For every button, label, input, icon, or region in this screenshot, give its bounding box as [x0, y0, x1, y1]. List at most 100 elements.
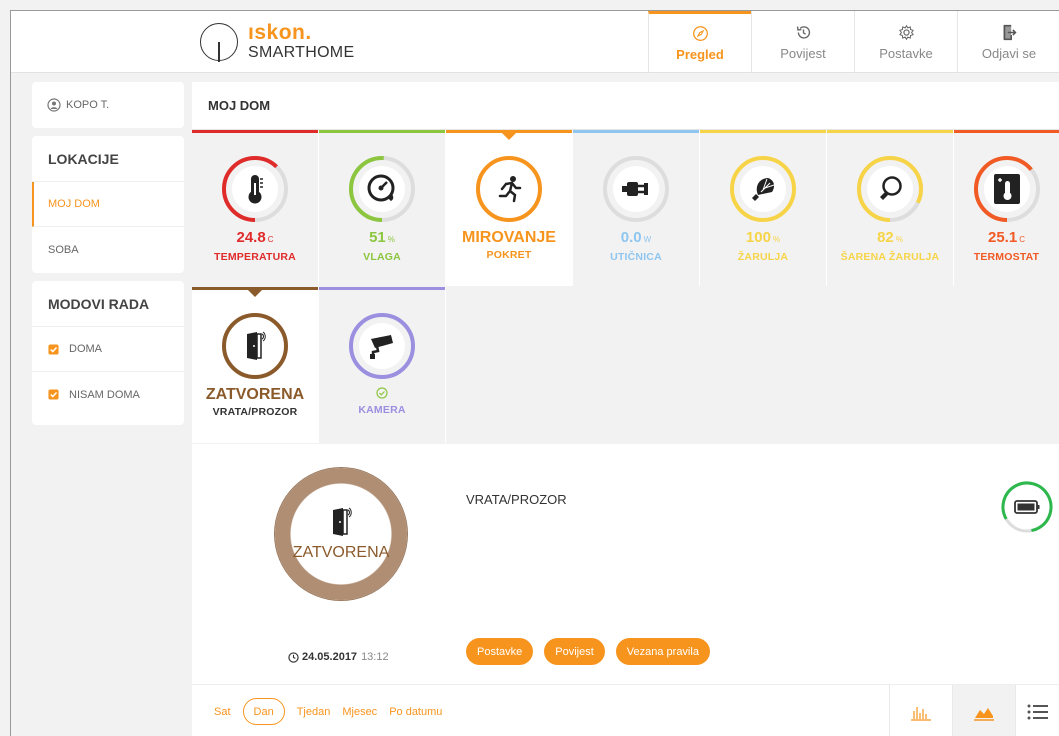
linked-rules-button[interactable]: Vezana pravila [615, 638, 710, 665]
nav-postavke[interactable]: Postavke [854, 11, 957, 73]
tile-vrata-prozor[interactable]: ZATVORENA VRATA/PROZOR [192, 287, 319, 443]
bar-view-button[interactable] [889, 685, 952, 736]
tile-value: ZATVORENA [205, 386, 305, 403]
location-item-moj-dom[interactable]: MOJ DOM [32, 182, 184, 227]
plug-icon [622, 182, 648, 196]
clock-icon [288, 651, 299, 663]
tile-label: VLAGA [363, 251, 401, 263]
user-card[interactable]: KOPO T. [32, 82, 184, 128]
range-sat[interactable]: Sat [214, 698, 231, 725]
tile-vlaga[interactable]: 51% VLAGA [319, 130, 446, 286]
humidity-gauge-icon [367, 174, 395, 202]
checkbox-checked-icon[interactable] [48, 389, 59, 400]
range-selector: Sat Dan Tjedan Mjesec Po datumu [214, 698, 454, 725]
tile-unit: % [895, 235, 903, 244]
logo-mark [200, 22, 238, 62]
range-dan[interactable]: Dan [242, 698, 285, 725]
location-item-soba[interactable]: SOBA [32, 227, 184, 272]
device-state-circle: ZATVORENA [275, 468, 407, 600]
thermometer-icon [248, 175, 263, 204]
logo-product: SMARTHOME [248, 44, 355, 61]
history-button[interactable]: Povijest [544, 638, 605, 665]
tile-sarena-zarulja[interactable]: 82% ŠARENA ŽARULJA [827, 130, 954, 286]
tile-label: ŽARULJA [737, 251, 789, 263]
mode-item-nisam-doma[interactable]: NISAM DOMA [32, 372, 184, 417]
tile-value: 0.0 [620, 229, 642, 246]
battery-icon [1001, 481, 1053, 533]
nav-label: Odjavi se [981, 45, 1037, 61]
locations-card: LOKACIJE MOJ DOM SOBA [32, 136, 184, 273]
checkbox-checked-icon[interactable] [48, 343, 59, 355]
main-nav: Pregled Povijest Postavke Odjavi se [648, 11, 1059, 73]
logo-brand: ıskon. [248, 21, 312, 44]
device-tiles: 24.8 C TEMPERATURA 51% VLAGA MIROVANJE P… [192, 130, 1059, 444]
gear-icon [898, 24, 914, 40]
iskon-logo[interactable]: ıskon. SMARTHOME [200, 21, 355, 62]
mode-label: NISAM DOMA [69, 388, 140, 401]
nav-pregled[interactable]: Pregled [648, 11, 751, 73]
tile-zarulja[interactable]: 100% ŽARULJA [700, 130, 827, 286]
range-mjesec[interactable]: Mjesec [342, 698, 377, 725]
area-view-button[interactable] [952, 685, 1015, 736]
logout-icon [1003, 24, 1017, 40]
tile-value: 51 [369, 229, 386, 246]
tile-unit: % [387, 235, 395, 244]
list-icon [1027, 704, 1048, 719]
user-name: KOPO T. [66, 99, 110, 111]
thermostat-icon [993, 174, 1020, 204]
tile-unit: C [1019, 235, 1025, 244]
nav-label: Pregled [676, 47, 724, 62]
tile-unit: C [267, 235, 274, 244]
nav-povijest[interactable]: Povijest [751, 11, 854, 73]
compass-icon [692, 26, 708, 41]
mode-item-doma[interactable]: DOMA [32, 327, 184, 372]
tile-label: TERMOSTAT [973, 251, 1040, 263]
page-title: MOJ DOM [192, 82, 1059, 130]
door-icon [333, 507, 352, 536]
range-tjedan[interactable]: Tjedan [297, 698, 331, 725]
running-person-icon [498, 176, 522, 203]
device-state: ZATVORENA [292, 544, 390, 561]
last-update-date: 24.05.2017 [302, 651, 358, 663]
door-icon [247, 331, 266, 360]
tile-value: 25.1 [988, 229, 1018, 246]
tile-temperatura[interactable]: 24.8 C TEMPERATURA [192, 130, 319, 286]
area-chart-icon [974, 707, 994, 721]
detail-actions: Postavke Povijest Vezana pravila [466, 638, 721, 665]
settings-button[interactable]: Postavke [466, 638, 534, 665]
tile-label: TEMPERATURA [214, 251, 296, 263]
modes-card: MODOVI RADA DOMA NISAM DOMA [32, 281, 184, 425]
device-name: VRATA/PROZOR [466, 492, 567, 507]
chart-controls: Sat Dan Tjedan Mjesec Po datumu [192, 684, 1059, 736]
tile-label: ŠARENA ŽARULJA [840, 251, 940, 263]
tile-termostat[interactable]: 25.1 C TERMOSTAT [954, 130, 1059, 286]
tile-label: POKRET [486, 249, 532, 261]
nav-odjavi[interactable]: Odjavi se [957, 11, 1059, 73]
tile-uticnica[interactable]: 0.0 W UTIČNICA [573, 130, 700, 286]
user-icon [47, 98, 61, 112]
modes-title: MODOVI RADA [32, 281, 184, 327]
tile-value: 100 [745, 229, 771, 246]
tile-value: MIROVANJE [462, 229, 556, 246]
main-panel: MOJ DOM 24.8 C TEMPERATURA 51 % VLAGA MI… [192, 82, 1059, 736]
camera-icon [370, 335, 393, 359]
device-detail: ZATVORENA 24.05.2017 13:12 VRATA/PROZOR … [192, 444, 1059, 684]
history-icon [796, 25, 810, 39]
tile-kamera[interactable]: KAMERA [319, 287, 446, 443]
check-circle-icon [376, 387, 388, 399]
color-bulb-icon [880, 176, 902, 200]
bar-chart-icon [911, 706, 931, 721]
nav-label: Povijest [780, 45, 826, 61]
tile-unit: W [643, 235, 652, 244]
locations-title: LOKACIJE [32, 136, 184, 182]
last-update: 24.05.2017 13:12 [288, 651, 389, 663]
tile-label: KAMERA [358, 404, 406, 416]
nav-label: Postavke [879, 45, 933, 61]
tile-unit: % [772, 235, 781, 244]
tile-label: UTIČNICA [610, 251, 662, 263]
range-po-datumu[interactable]: Po datumu [389, 698, 442, 725]
top-header: ıskon. SMARTHOME Pregled Povijest Postav… [11, 11, 1059, 73]
mode-label: DOMA [69, 343, 102, 355]
tile-pokret[interactable]: MIROVANJE POKRET [446, 130, 573, 286]
list-view-button[interactable] [1015, 685, 1059, 736]
